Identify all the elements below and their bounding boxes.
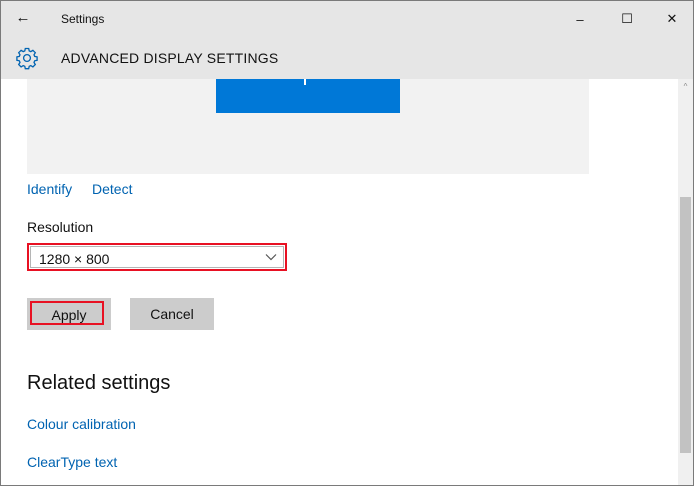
content-area: Identify Detect Resolution 1280 × 800 Ap… (1, 79, 678, 485)
window-title: Settings (61, 12, 105, 26)
maximize-icon: ☐ (621, 11, 633, 26)
monitor-tile[interactable] (216, 79, 400, 113)
colour-calibration-link[interactable]: Colour calibration (27, 416, 136, 432)
cleartype-text-link[interactable]: ClearType text (27, 454, 117, 470)
resolution-label: Resolution (27, 219, 94, 235)
page-header: ADVANCED DISPLAY SETTINGS (1, 37, 693, 79)
page-title: ADVANCED DISPLAY SETTINGS (61, 50, 279, 66)
back-button[interactable]: ← (11, 5, 35, 29)
settings-window: ← Settings – ☐ ✕ ADVANCED DISPLAY SETTIN… (0, 0, 694, 486)
minimize-button[interactable]: – (557, 1, 603, 37)
chevron-down-icon (265, 254, 277, 261)
scroll-up-arrow-icon[interactable]: ^ (678, 79, 693, 93)
resolution-value: 1280 × 800 (39, 251, 110, 267)
close-button[interactable]: ✕ (649, 1, 693, 37)
detect-link[interactable]: Detect (92, 181, 132, 197)
apply-button[interactable]: Apply (27, 298, 111, 330)
monitor-number-mark (304, 79, 306, 85)
back-arrow-icon: ← (15, 8, 31, 26)
close-icon: ✕ (666, 11, 678, 26)
apply-label: Apply (51, 307, 87, 323)
resolution-dropdown[interactable]: 1280 × 800 (27, 243, 287, 271)
gear-icon (16, 47, 38, 70)
title-bar: ← Settings – ☐ ✕ (1, 1, 693, 37)
cancel-button[interactable]: Cancel (130, 298, 214, 330)
identify-link[interactable]: Identify (27, 181, 72, 197)
cancel-label: Cancel (150, 306, 194, 322)
display-arrangement-area (27, 79, 589, 174)
related-settings-heading: Related settings (27, 372, 171, 394)
vertical-scrollbar[interactable]: ^ (678, 79, 693, 485)
maximize-button[interactable]: ☐ (604, 1, 650, 37)
scroll-thumb[interactable] (680, 197, 691, 453)
minimize-icon: – (576, 11, 584, 27)
